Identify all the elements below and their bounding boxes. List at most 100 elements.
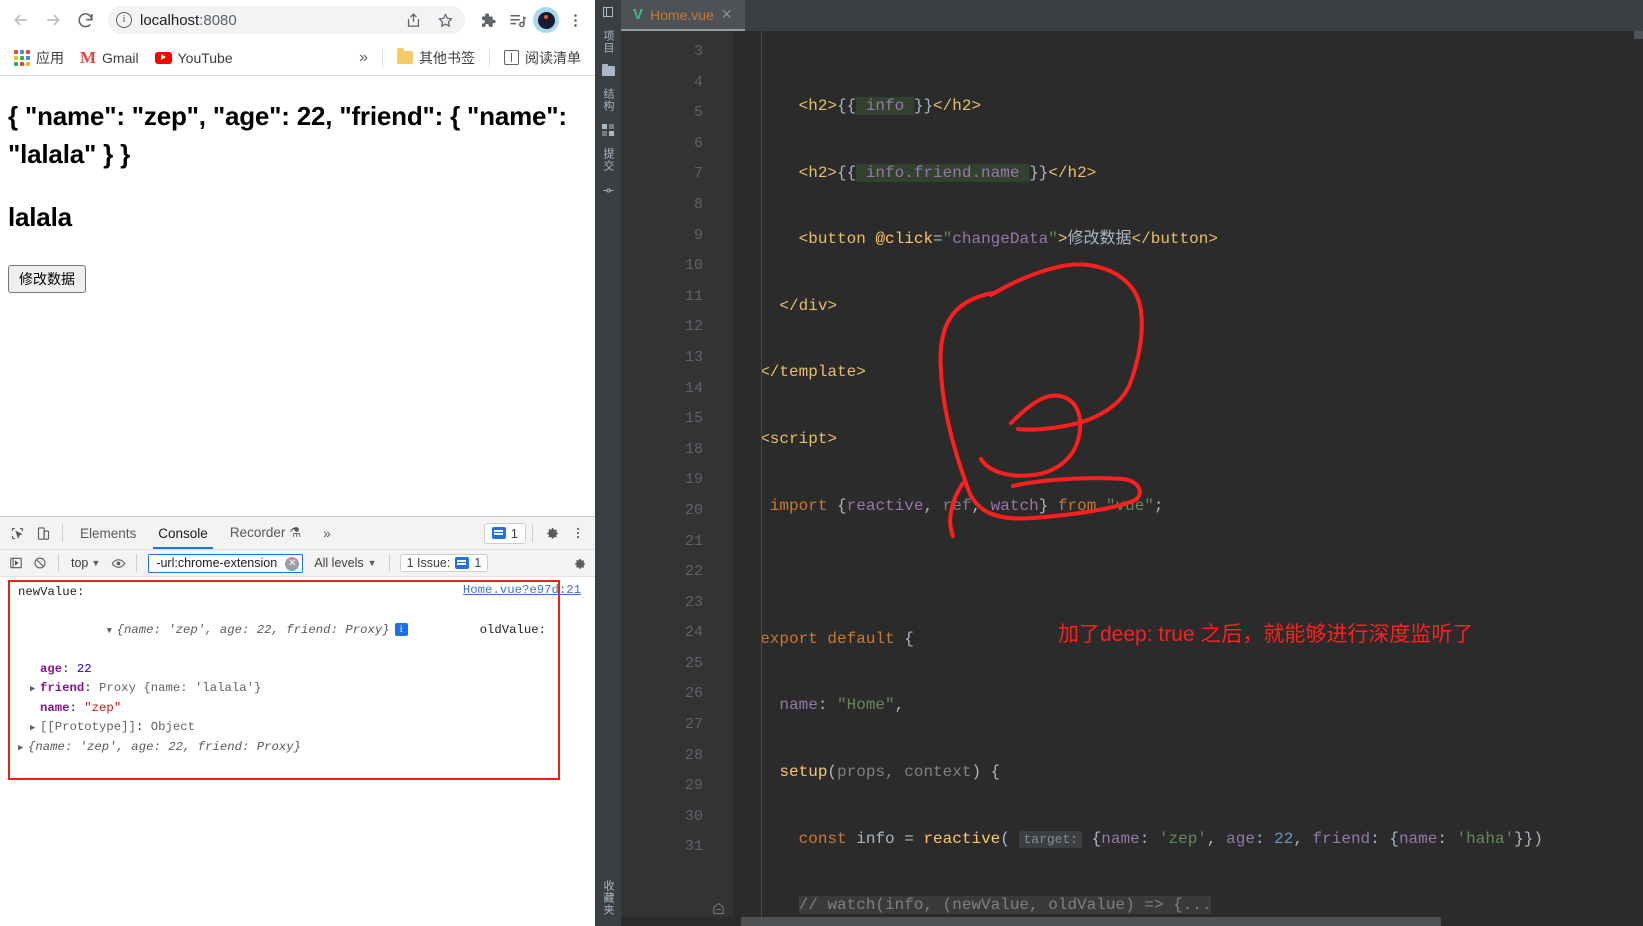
tab-recorder[interactable]: Recorder ⚗ bbox=[219, 518, 312, 548]
reload-icon[interactable] bbox=[70, 5, 100, 35]
console-filter-input[interactable] bbox=[154, 555, 300, 571]
info-badge-icon[interactable]: i bbox=[394, 623, 408, 637]
tab-console[interactable]: Console bbox=[147, 519, 219, 549]
bookmark-apps[interactable]: 应用 bbox=[8, 45, 70, 71]
tab-elements[interactable]: Elements bbox=[69, 519, 147, 548]
line-number: 24 bbox=[684, 624, 703, 642]
line-number: 15 bbox=[684, 410, 703, 428]
sidebar-item-commit-label[interactable]: 提交 bbox=[600, 148, 616, 172]
execute-snippet-icon[interactable] bbox=[4, 552, 28, 574]
console-output[interactable]: Home.vue?e97d:21 newValue: ▼ {name: 'zep'… bbox=[0, 577, 595, 926]
line-number: 6 bbox=[693, 134, 703, 152]
line-number: 20 bbox=[684, 501, 703, 519]
expand-triangle-icon[interactable]: ▼ bbox=[107, 622, 117, 641]
profile-avatar-icon[interactable] bbox=[533, 7, 559, 33]
bookmarks-overflow-icon[interactable]: » bbox=[353, 49, 374, 67]
bookmark-reading-list[interactable]: 阅读清单 bbox=[498, 45, 587, 71]
bookmark-label: 其他书签 bbox=[419, 49, 475, 66]
url-host: localhost bbox=[140, 11, 200, 29]
forward-icon[interactable] bbox=[38, 5, 68, 35]
clear-input-icon[interactable]: ✕ bbox=[285, 556, 300, 571]
code-editor[interactable]: 3 4 5 6 7 8 9 10 11 12 13 14 15 18 19 20… bbox=[621, 31, 1643, 926]
folder-icon[interactable] bbox=[601, 63, 615, 76]
ide-tool-sidebar: 项目 结构 提交 收藏夹 bbox=[595, 0, 621, 926]
youtube-icon bbox=[154, 51, 172, 64]
three-dot-menu-icon[interactable] bbox=[565, 520, 591, 546]
sidebar-item-favorites-label[interactable]: 收藏夹 bbox=[600, 880, 616, 926]
device-toolbar-icon[interactable] bbox=[30, 520, 56, 546]
param-hint-target: target: bbox=[1019, 830, 1083, 848]
devtools-panel: Elements Console Recorder ⚗ » 1 top ▼ -u… bbox=[0, 516, 595, 926]
console-source-link[interactable]: Home.vue?e97d:21 bbox=[463, 583, 581, 597]
flask-icon: ⚗ bbox=[289, 525, 302, 540]
line-number: 18 bbox=[684, 440, 703, 458]
change-data-button[interactable]: 修改数据 bbox=[8, 265, 86, 294]
ide-editor-area: V Home.vue ✕ 3 4 5 6 7 8 9 10 11 12 13 1… bbox=[621, 0, 1643, 926]
line-number: 22 bbox=[684, 563, 703, 581]
line-number: 10 bbox=[684, 257, 703, 275]
folder-icon bbox=[397, 48, 413, 64]
close-icon[interactable]: ✕ bbox=[721, 6, 733, 23]
expand-triangle-icon[interactable]: ▶ bbox=[30, 680, 40, 699]
code-line-9: import {reactive, ref, watch} from "vue"… bbox=[769, 496, 1164, 515]
inspect-element-icon[interactable] bbox=[4, 520, 30, 546]
three-dot-menu-icon[interactable] bbox=[561, 6, 589, 34]
prop-value: 22 bbox=[76, 662, 92, 676]
editor-tabstrip: V Home.vue ✕ bbox=[621, 0, 1643, 31]
editor-horizontal-scrollbar[interactable] bbox=[621, 917, 1643, 926]
editor-tab-home-vue[interactable]: V Home.vue ✕ bbox=[621, 0, 745, 31]
fold-marker-icon[interactable] bbox=[712, 902, 725, 915]
console-issues-button[interactable]: 1 Issue: 1 bbox=[399, 554, 489, 572]
page-heading-info: { "name": "zep", "age": 22, "friend": { … bbox=[8, 101, 567, 169]
log-label-newvalue: newValue: bbox=[18, 585, 85, 599]
log-line-object-preview[interactable]: ▼ {name: 'zep', age: 22, friend: Proxy} i o… bbox=[18, 602, 595, 660]
gear-icon[interactable] bbox=[539, 520, 565, 546]
line-number: 21 bbox=[684, 532, 703, 550]
prop-key: name bbox=[40, 701, 70, 715]
bookmark-label: 应用 bbox=[36, 49, 64, 66]
tabs-overflow-icon[interactable]: » bbox=[312, 519, 342, 548]
gmail-icon: M bbox=[80, 48, 97, 67]
devtools-tabbar: Elements Console Recorder ⚗ » 1 bbox=[0, 517, 595, 550]
log-line-oldvalue-preview[interactable]: ▶ {name: 'zep', age: 22, friend: Proxy} bbox=[18, 738, 595, 758]
expand-triangle-icon[interactable]: ▶ bbox=[18, 739, 28, 758]
console-settings-gear-icon[interactable] bbox=[567, 552, 591, 574]
module-squares-icon[interactable] bbox=[602, 124, 614, 136]
share-icon[interactable] bbox=[401, 8, 425, 32]
project-tool-window-icon[interactable] bbox=[602, 6, 614, 18]
puzzle-piece-icon[interactable] bbox=[473, 6, 501, 34]
line-number: 27 bbox=[684, 716, 703, 734]
console-log-level-selector[interactable]: All levels ▼ bbox=[308, 556, 382, 570]
console-context-value: top bbox=[71, 556, 89, 570]
sidebar-item-structure-label[interactable]: 结构 bbox=[600, 88, 616, 112]
address-bar[interactable]: i localhost:8080 bbox=[108, 6, 465, 34]
code-line-7: </template> bbox=[760, 363, 866, 382]
editor-vertical-scrollbar[interactable] bbox=[1634, 31, 1643, 39]
back-icon[interactable] bbox=[6, 5, 36, 35]
prop-key: [[Prototype]] bbox=[40, 720, 136, 734]
tab-recorder-label: Recorder bbox=[229, 525, 286, 540]
eye-live-expression-icon[interactable] bbox=[106, 552, 130, 574]
log-prop-prototype[interactable]: ▶ [[Prototype]]: Object bbox=[18, 718, 595, 738]
site-info-icon[interactable]: i bbox=[116, 12, 132, 28]
console-filter-input-wrap[interactable]: ✕ bbox=[148, 553, 304, 573]
media-playlist-icon[interactable] bbox=[503, 6, 531, 34]
red-annotation-text: 加了deep: true 之后，就能够进行深度监听了 bbox=[1058, 623, 1474, 646]
bookmark-gmail[interactable]: M Gmail bbox=[74, 46, 145, 69]
bookmark-youtube[interactable]: YouTube bbox=[149, 47, 239, 69]
log-prop-friend[interactable]: ▶ friend: Proxy {name: 'lalala'} bbox=[18, 679, 595, 699]
code-line-6: </div> bbox=[779, 296, 838, 315]
vcs-branch-icon[interactable] bbox=[602, 184, 615, 197]
issues-badge[interactable]: 1 bbox=[483, 522, 526, 544]
expand-triangle-icon[interactable]: ▶ bbox=[30, 719, 40, 738]
console-context-selector[interactable]: top ▼ bbox=[65, 556, 106, 570]
clear-console-icon[interactable] bbox=[28, 552, 52, 574]
sidebar-item-project-label[interactable]: 项目 bbox=[600, 30, 616, 54]
console-log-entry[interactable]: Home.vue?e97d:21 newValue: ▼ {name: 'zep'… bbox=[0, 577, 595, 758]
star-icon[interactable] bbox=[433, 8, 457, 32]
bookmark-other[interactable]: 其他书签 bbox=[391, 45, 481, 71]
divider bbox=[532, 524, 533, 542]
bookmark-label: 阅读清单 bbox=[525, 49, 581, 66]
code-text-area[interactable]: <h2>{{ info }}</h2> <h2>{{ info.friend.n… bbox=[733, 31, 1643, 926]
line-number: 9 bbox=[693, 226, 703, 244]
